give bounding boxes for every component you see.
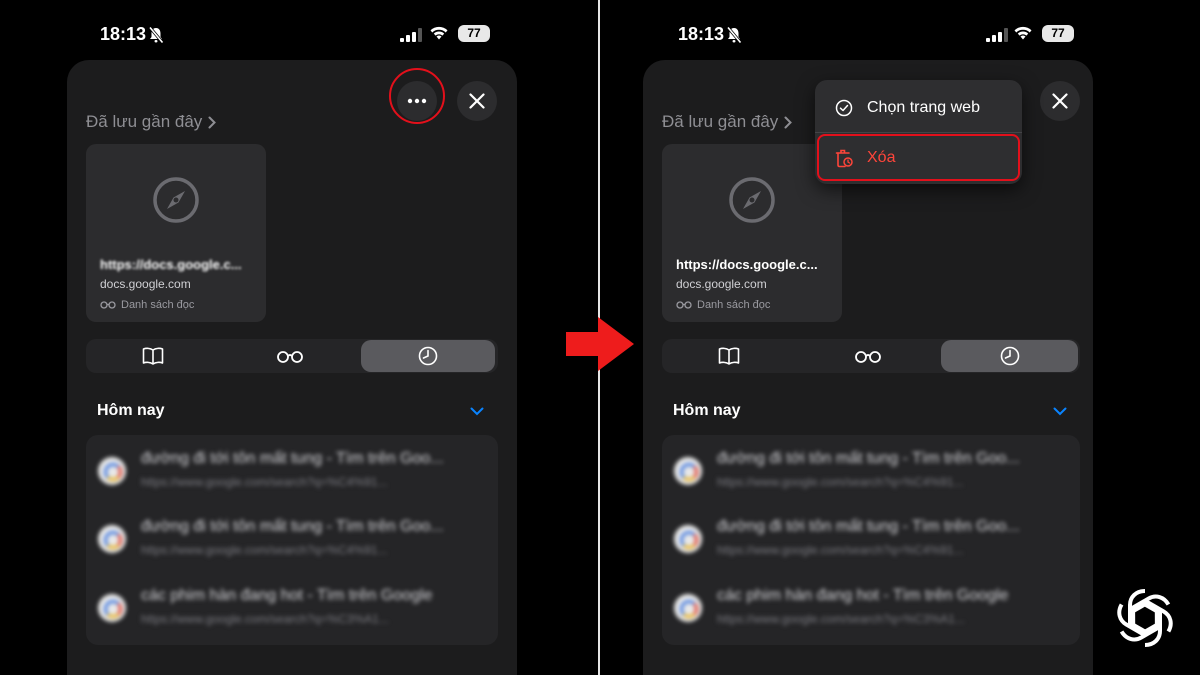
- segmented-control: [662, 339, 1080, 373]
- signal-icon: [400, 28, 422, 42]
- tab-reading-list[interactable]: [801, 339, 935, 373]
- reading-list-label: Danh sách đọc: [697, 299, 771, 311]
- close-button[interactable]: [1040, 81, 1080, 121]
- google-icon: [98, 594, 126, 622]
- phone-screen-after: 18:13 77 Đã lưu gần đây https://docs.goo…: [600, 0, 1200, 675]
- book-icon: [718, 347, 740, 365]
- clock-icon: [1000, 346, 1019, 366]
- history-row-title: đường đi tới tôn mất tung - Tìm trên Goo…: [141, 450, 444, 467]
- menu-item-select-label: Chọn trang web: [867, 99, 980, 116]
- history-row-url: https://www.google.com/search?q=%C4%91..…: [717, 475, 964, 489]
- compass-icon: [729, 177, 775, 223]
- delete-highlight-box: [817, 134, 1020, 181]
- google-icon: [98, 457, 126, 485]
- history-row-url: https://www.google.com/search?q=%C3%A1..…: [717, 612, 965, 626]
- google-icon: [674, 525, 702, 553]
- history-row[interactable]: đường đi tới tôn mất tung - Tìm trên Goo…: [86, 503, 498, 571]
- book-icon: [142, 347, 164, 365]
- card-reading-list: Danh sách đọc: [100, 299, 194, 311]
- compass-icon: [153, 177, 199, 223]
- wifi-icon: [430, 26, 448, 40]
- glasses-icon: [100, 301, 116, 309]
- battery-icon: 77: [1042, 25, 1074, 42]
- today-heading: Hôm nay: [673, 402, 741, 419]
- history-row[interactable]: đường đi tới tôn mất tung - Tìm trên Goo…: [662, 435, 1074, 503]
- chevron-right-icon: [208, 116, 217, 128]
- phone-screen-before: 18:13 77 Đã lưu gần đây https://docs.goo…: [0, 0, 600, 675]
- status-bar: 18:13 77: [600, 22, 1200, 48]
- battery-icon: 77: [458, 25, 490, 42]
- reading-list-label: Danh sách đọc: [121, 299, 195, 311]
- chevron-right-icon: [784, 116, 793, 128]
- google-icon: [674, 594, 702, 622]
- history-row-url: https://www.google.com/search?q=%C4%91..…: [141, 475, 388, 489]
- history-row-title: đường đi tới tôn mất tung - Tìm trên Goo…: [717, 450, 1020, 467]
- history-row-url: https://www.google.com/search?q=%C4%91..…: [717, 543, 964, 557]
- openai-logo-icon: [1117, 589, 1173, 647]
- arrow-right-icon: [566, 317, 634, 371]
- glasses-icon: [676, 301, 692, 309]
- status-time: 18:13: [678, 24, 725, 44]
- history-row-title: các phim hàn đang hot - Tìm trên Google: [141, 587, 433, 604]
- history-row[interactable]: đường đi tới tôn mất tung - Tìm trên Goo…: [662, 503, 1074, 571]
- history-sheet: Đã lưu gần đây https://docs.google.c... …: [643, 60, 1093, 675]
- card-reading-list: Danh sách đọc: [676, 299, 770, 311]
- history-row[interactable]: các phim hàn đang hot - Tìm trên Google …: [662, 572, 1074, 640]
- menu-item-select-pages[interactable]: Chọn trang web: [815, 84, 1022, 132]
- tab-bookmarks[interactable]: [662, 339, 796, 373]
- segmented-control: [86, 339, 498, 373]
- history-row[interactable]: đường đi tới tôn mất tung - Tìm trên Goo…: [86, 435, 498, 503]
- today-heading: Hôm nay: [97, 402, 165, 419]
- tab-history[interactable]: [941, 340, 1078, 372]
- history-row[interactable]: các phim hàn đang hot - Tìm trên Google …: [86, 572, 498, 640]
- more-options-menu: Chọn trang web Xóa: [815, 80, 1022, 184]
- more-icon: [407, 98, 427, 104]
- history-list: đường đi tới tôn mất tung - Tìm trên Goo…: [662, 435, 1080, 645]
- history-row-title: đường đi tới tôn mất tung - Tìm trên Goo…: [141, 518, 444, 535]
- close-button[interactable]: [457, 81, 497, 121]
- status-bar: 18:13 77: [0, 22, 600, 48]
- history-sheet: Đã lưu gần đây https://docs.google.c... …: [67, 60, 517, 675]
- close-icon: [1052, 93, 1068, 109]
- menu-separator: [815, 132, 1022, 133]
- bell-slash-icon: [148, 26, 164, 44]
- history-row-title: các phim hàn đang hot - Tìm trên Google: [717, 587, 1009, 604]
- recently-saved-title: Đã lưu gần đây: [86, 112, 203, 131]
- card-title: https://docs.google.c...: [100, 257, 242, 272]
- card-domain: docs.google.com: [676, 277, 767, 291]
- history-row-url: https://www.google.com/search?q=%C4%91..…: [141, 543, 388, 557]
- history-list: đường đi tới tôn mất tung - Tìm trên Goo…: [86, 435, 498, 645]
- checkmark-circle-icon: [835, 99, 853, 117]
- history-row-title: đường đi tới tôn mất tung - Tìm trên Goo…: [717, 518, 1020, 535]
- history-row-url: https://www.google.com/search?q=%C3%A1..…: [141, 612, 389, 626]
- clock-icon: [418, 346, 438, 366]
- recently-saved-link[interactable]: Đã lưu gần đây: [662, 112, 793, 132]
- recently-saved-title: Đã lưu gần đây: [662, 112, 779, 131]
- bell-slash-icon: [726, 26, 742, 44]
- google-icon: [98, 525, 126, 553]
- recently-saved-link[interactable]: Đã lưu gần đây: [86, 112, 217, 132]
- tab-history[interactable]: [361, 340, 495, 372]
- card-title: https://docs.google.c...: [676, 257, 818, 272]
- card-domain: docs.google.com: [100, 277, 191, 291]
- status-time: 18:13: [100, 24, 147, 44]
- close-icon: [469, 93, 485, 109]
- tab-reading-list[interactable]: [223, 339, 357, 373]
- chevron-down-icon[interactable]: [1053, 405, 1067, 417]
- signal-icon: [986, 28, 1008, 42]
- saved-page-card[interactable]: https://docs.google.c... docs.google.com…: [86, 144, 266, 322]
- wifi-icon: [1014, 26, 1032, 40]
- glasses-icon: [855, 351, 881, 363]
- glasses-icon: [277, 351, 303, 363]
- tab-bookmarks[interactable]: [86, 339, 220, 373]
- google-icon: [674, 457, 702, 485]
- more-button[interactable]: [397, 81, 437, 121]
- chevron-down-icon[interactable]: [470, 405, 484, 417]
